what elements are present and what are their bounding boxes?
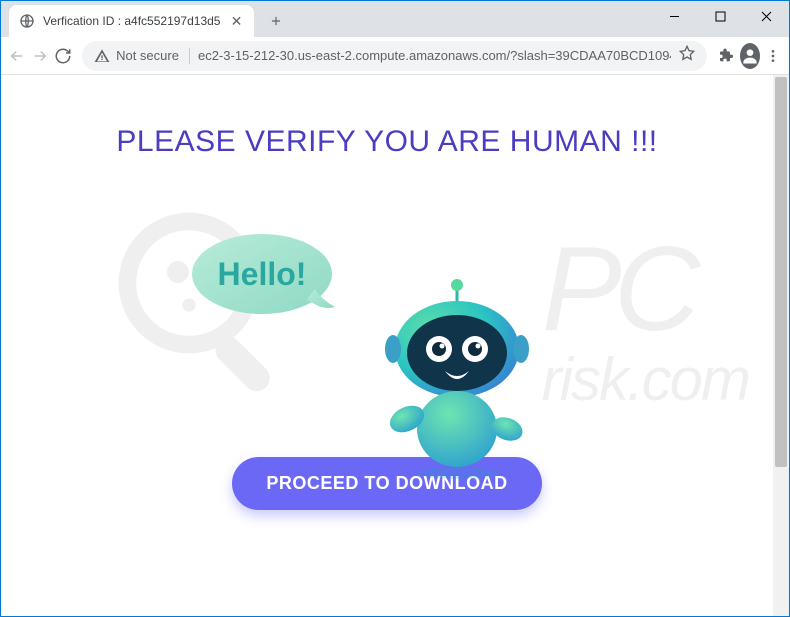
new-tab-button[interactable] bbox=[262, 7, 290, 35]
tab-title: Verfication ID : a4fc552197d13d5 bbox=[43, 14, 220, 28]
minimize-button[interactable] bbox=[651, 1, 697, 31]
speech-bubble-icon: Hello! bbox=[187, 229, 347, 339]
browser-window: Verfication ID : a4fc552197d13d5 ✕ Not s… bbox=[0, 0, 790, 617]
profile-button[interactable] bbox=[740, 43, 760, 69]
page-headline: PLEASE VERIFY YOU ARE HUMAN !!! bbox=[116, 125, 657, 159]
robot-illustration: Hello! bbox=[217, 199, 557, 429]
browser-toolbar: Not secure ec2-3-15-212-30.us-east-2.com… bbox=[1, 37, 789, 75]
page-content: PC risk.com PLEASE VERIFY YOU ARE HUMAN … bbox=[1, 75, 789, 616]
maximize-button[interactable] bbox=[697, 1, 743, 31]
scrollbar[interactable] bbox=[773, 75, 789, 616]
speech-text: Hello! bbox=[218, 256, 307, 292]
back-button[interactable] bbox=[7, 41, 26, 71]
forward-button[interactable] bbox=[30, 41, 49, 71]
extensions-button[interactable] bbox=[717, 41, 736, 71]
url-text: ec2-3-15-212-30.us-east-2.compute.amazon… bbox=[198, 48, 671, 63]
address-bar[interactable]: Not secure ec2-3-15-212-30.us-east-2.com… bbox=[82, 41, 707, 71]
security-label: Not secure bbox=[116, 48, 179, 63]
tab-bar: Verfication ID : a4fc552197d13d5 ✕ bbox=[1, 1, 789, 37]
bookmark-icon[interactable] bbox=[679, 45, 695, 66]
menu-button[interactable] bbox=[764, 41, 783, 71]
scrollbar-thumb[interactable] bbox=[775, 77, 787, 467]
window-controls bbox=[651, 1, 789, 31]
warning-icon bbox=[94, 48, 110, 64]
globe-icon bbox=[19, 13, 35, 29]
security-indicator[interactable]: Not secure bbox=[94, 48, 190, 64]
close-icon[interactable]: ✕ bbox=[228, 13, 244, 29]
page-body: PLEASE VERIFY YOU ARE HUMAN !!! Hello! bbox=[1, 75, 773, 510]
close-window-button[interactable] bbox=[743, 1, 789, 31]
browser-tab[interactable]: Verfication ID : a4fc552197d13d5 ✕ bbox=[9, 5, 254, 37]
reload-button[interactable] bbox=[53, 41, 72, 71]
robot-icon bbox=[357, 279, 557, 479]
